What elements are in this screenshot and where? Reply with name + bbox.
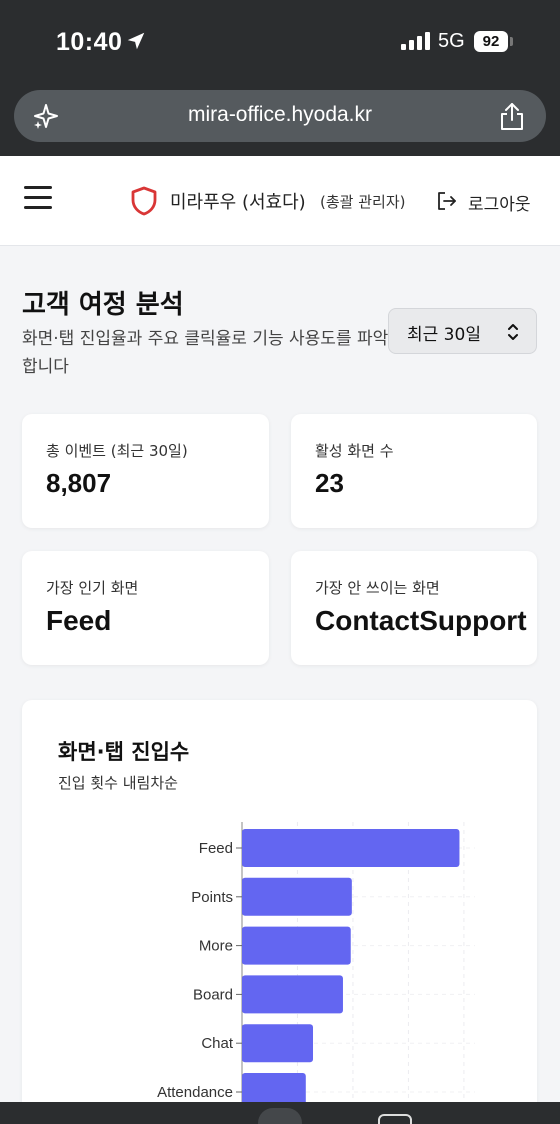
bar-chart: Feed Points More Board Chat Attendance <box>157 822 475 1124</box>
hamburger-line <box>24 186 52 189</box>
browser-chrome: 10:40 5G 92 mira-office.hyoda.kr <box>0 0 560 156</box>
status-bar: 10:40 5G 92 <box>0 0 560 84</box>
address-bar[interactable]: mira-office.hyoda.kr <box>14 90 546 142</box>
bar-chat <box>242 1024 314 1063</box>
location-arrow-icon <box>127 32 145 50</box>
logout-icon <box>438 192 456 210</box>
user-role: (총괄 관리자) <box>320 193 406 211</box>
stat-label: 가장 인기 화면 <box>46 579 139 597</box>
y-tick-label: Feed <box>199 840 233 857</box>
stat-value: Feed <box>46 605 112 636</box>
new-tab-button[interactable] <box>258 1108 302 1124</box>
status-time: 10:40 <box>56 28 123 56</box>
y-tick-label: Attendance <box>157 1084 233 1101</box>
stat-card-least-used: 가장 안 쓰이는 화면 ContactSupport <box>291 551 537 665</box>
screen-entries-chart-card: 화면·탭 진입수 진입 횟수 내림차순 Feed Points More Board C… <box>22 700 537 1124</box>
bar-feed <box>242 829 460 867</box>
hamburger-line <box>24 196 52 199</box>
date-range-value: 최근 30일 <box>407 325 481 345</box>
menu-button[interactable] <box>24 186 54 214</box>
shield-icon <box>131 186 157 216</box>
logout-button[interactable]: 로그아웃 <box>436 189 546 215</box>
chevron-up-down-icon <box>508 324 518 340</box>
stat-value: ContactSupport <box>315 605 527 636</box>
y-tick-label: More <box>199 938 233 955</box>
stat-card-most-popular: 가장 인기 화면 Feed <box>22 551 269 665</box>
url-text[interactable]: mira-office.hyoda.kr <box>14 103 546 127</box>
stat-value: 8,807 <box>46 468 112 498</box>
stat-label: 가장 안 쓰이는 화면 <box>315 579 440 597</box>
logout-label: 로그아웃 <box>468 195 531 215</box>
page-subtitle: 화면·탭 진입율과 주요 클릭율로 기능 사용도를 파악합니다 <box>22 329 389 377</box>
browser-bottom-toolbar <box>0 1102 560 1124</box>
tabs-button[interactable] <box>378 1114 412 1124</box>
date-range-select[interactable]: 최근 30일 <box>388 308 537 354</box>
y-tick-label: Chat <box>201 1035 234 1052</box>
hamburger-line <box>24 206 52 209</box>
cellular-signal-icon <box>401 32 430 50</box>
battery-tip <box>510 37 513 46</box>
app-header: 미라푸우 (서효다) (총괄 관리자) 로그아웃 <box>0 156 560 246</box>
bar-board <box>242 975 343 1014</box>
stat-label: 총 이벤트 (최근 30일) <box>46 442 188 460</box>
y-tick-label: Board <box>193 986 233 1003</box>
share-icon[interactable] <box>498 101 526 131</box>
bar-more <box>242 926 351 965</box>
network-type: 5G <box>438 30 465 52</box>
stat-label: 활성 화면 수 <box>315 442 394 460</box>
battery-icon: 92 <box>474 31 508 52</box>
bar-points <box>242 877 352 916</box>
y-tick-label: Points <box>191 889 233 906</box>
stat-value: 23 <box>315 468 344 498</box>
page-title: 고객 여정 분석 <box>22 290 184 320</box>
stat-card-active-screens: 활성 화면 수 23 <box>291 414 537 528</box>
brand-name: 미라푸우 (서효다) <box>170 192 306 213</box>
stat-card-total-events: 총 이벤트 (최근 30일) 8,807 <box>22 414 269 528</box>
